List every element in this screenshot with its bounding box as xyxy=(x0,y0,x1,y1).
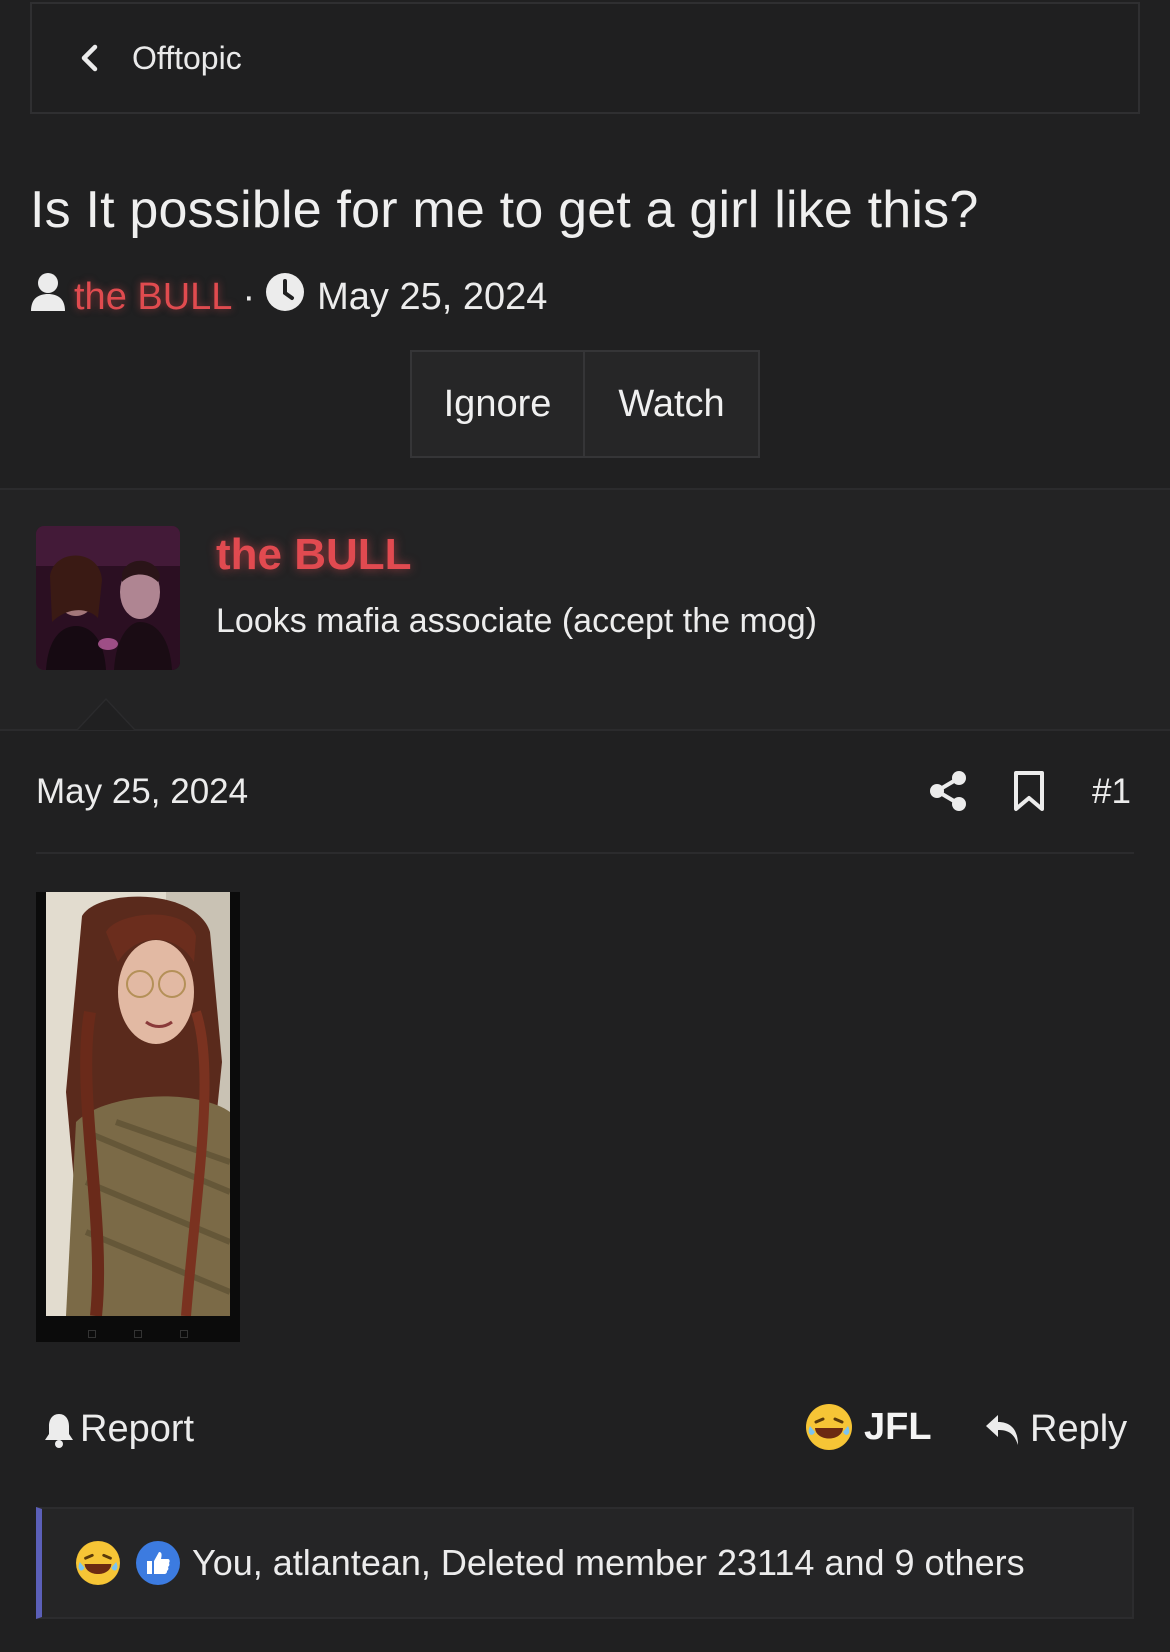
thread-meta: the BULL · May 25, 2024 xyxy=(30,272,547,322)
phone-navbar xyxy=(36,1330,240,1338)
clock-icon xyxy=(265,272,305,322)
reply-label: Reply xyxy=(1030,1408,1128,1450)
divider xyxy=(36,852,1134,854)
user-icon xyxy=(30,272,66,322)
post-author-name[interactable]: the BULL xyxy=(216,530,412,580)
attached-image[interactable] xyxy=(36,892,240,1342)
thread-actions: Ignore Watch xyxy=(410,350,760,458)
reply-icon xyxy=(984,1413,1020,1447)
divider xyxy=(0,729,1170,731)
attached-photo xyxy=(46,892,230,1316)
chevron-left-icon xyxy=(74,43,104,73)
react-label: JFL xyxy=(864,1405,932,1448)
share-icon[interactable] xyxy=(928,770,968,812)
breadcrumb[interactable]: Offtopic xyxy=(30,2,1140,114)
reactions-summary: You, atlantean, Deleted member 23114 and… xyxy=(192,1542,1025,1583)
laughing-emoji-icon xyxy=(806,1404,852,1450)
avatar[interactable] xyxy=(36,526,180,670)
watch-button[interactable]: Watch xyxy=(585,350,760,458)
thread-author-link[interactable]: the BULL xyxy=(74,276,232,319)
report-label: Report xyxy=(80,1408,195,1450)
reply-button[interactable]: Reply xyxy=(984,1408,1127,1451)
laughing-emoji-icon xyxy=(76,1541,120,1585)
bookmark-icon[interactable] xyxy=(1012,770,1046,812)
thread-title: Is It possible for me to get a girl like… xyxy=(30,181,979,239)
thread-date: May 25, 2024 xyxy=(317,275,548,318)
react-button[interactable]: JFL xyxy=(806,1404,932,1450)
ignore-button[interactable]: Ignore xyxy=(410,350,585,458)
card-pointer-fill xyxy=(78,700,134,730)
user-title: Looks mafia associate (accept the mog) xyxy=(216,602,817,640)
meta-separator: · xyxy=(242,275,256,318)
bell-icon xyxy=(44,1412,74,1448)
post-author-card: the BULL Looks mafia associate (accept t… xyxy=(0,490,1170,730)
post-date[interactable]: May 25, 2024 xyxy=(36,772,248,812)
breadcrumb-label: Offtopic xyxy=(132,39,242,76)
thumbs-up-icon xyxy=(136,1541,180,1585)
report-button[interactable]: Report xyxy=(44,1408,194,1451)
post-number-link[interactable]: #1 xyxy=(1092,772,1131,812)
reactions-bar[interactable]: You, atlantean, Deleted member 23114 and… xyxy=(36,1507,1134,1619)
